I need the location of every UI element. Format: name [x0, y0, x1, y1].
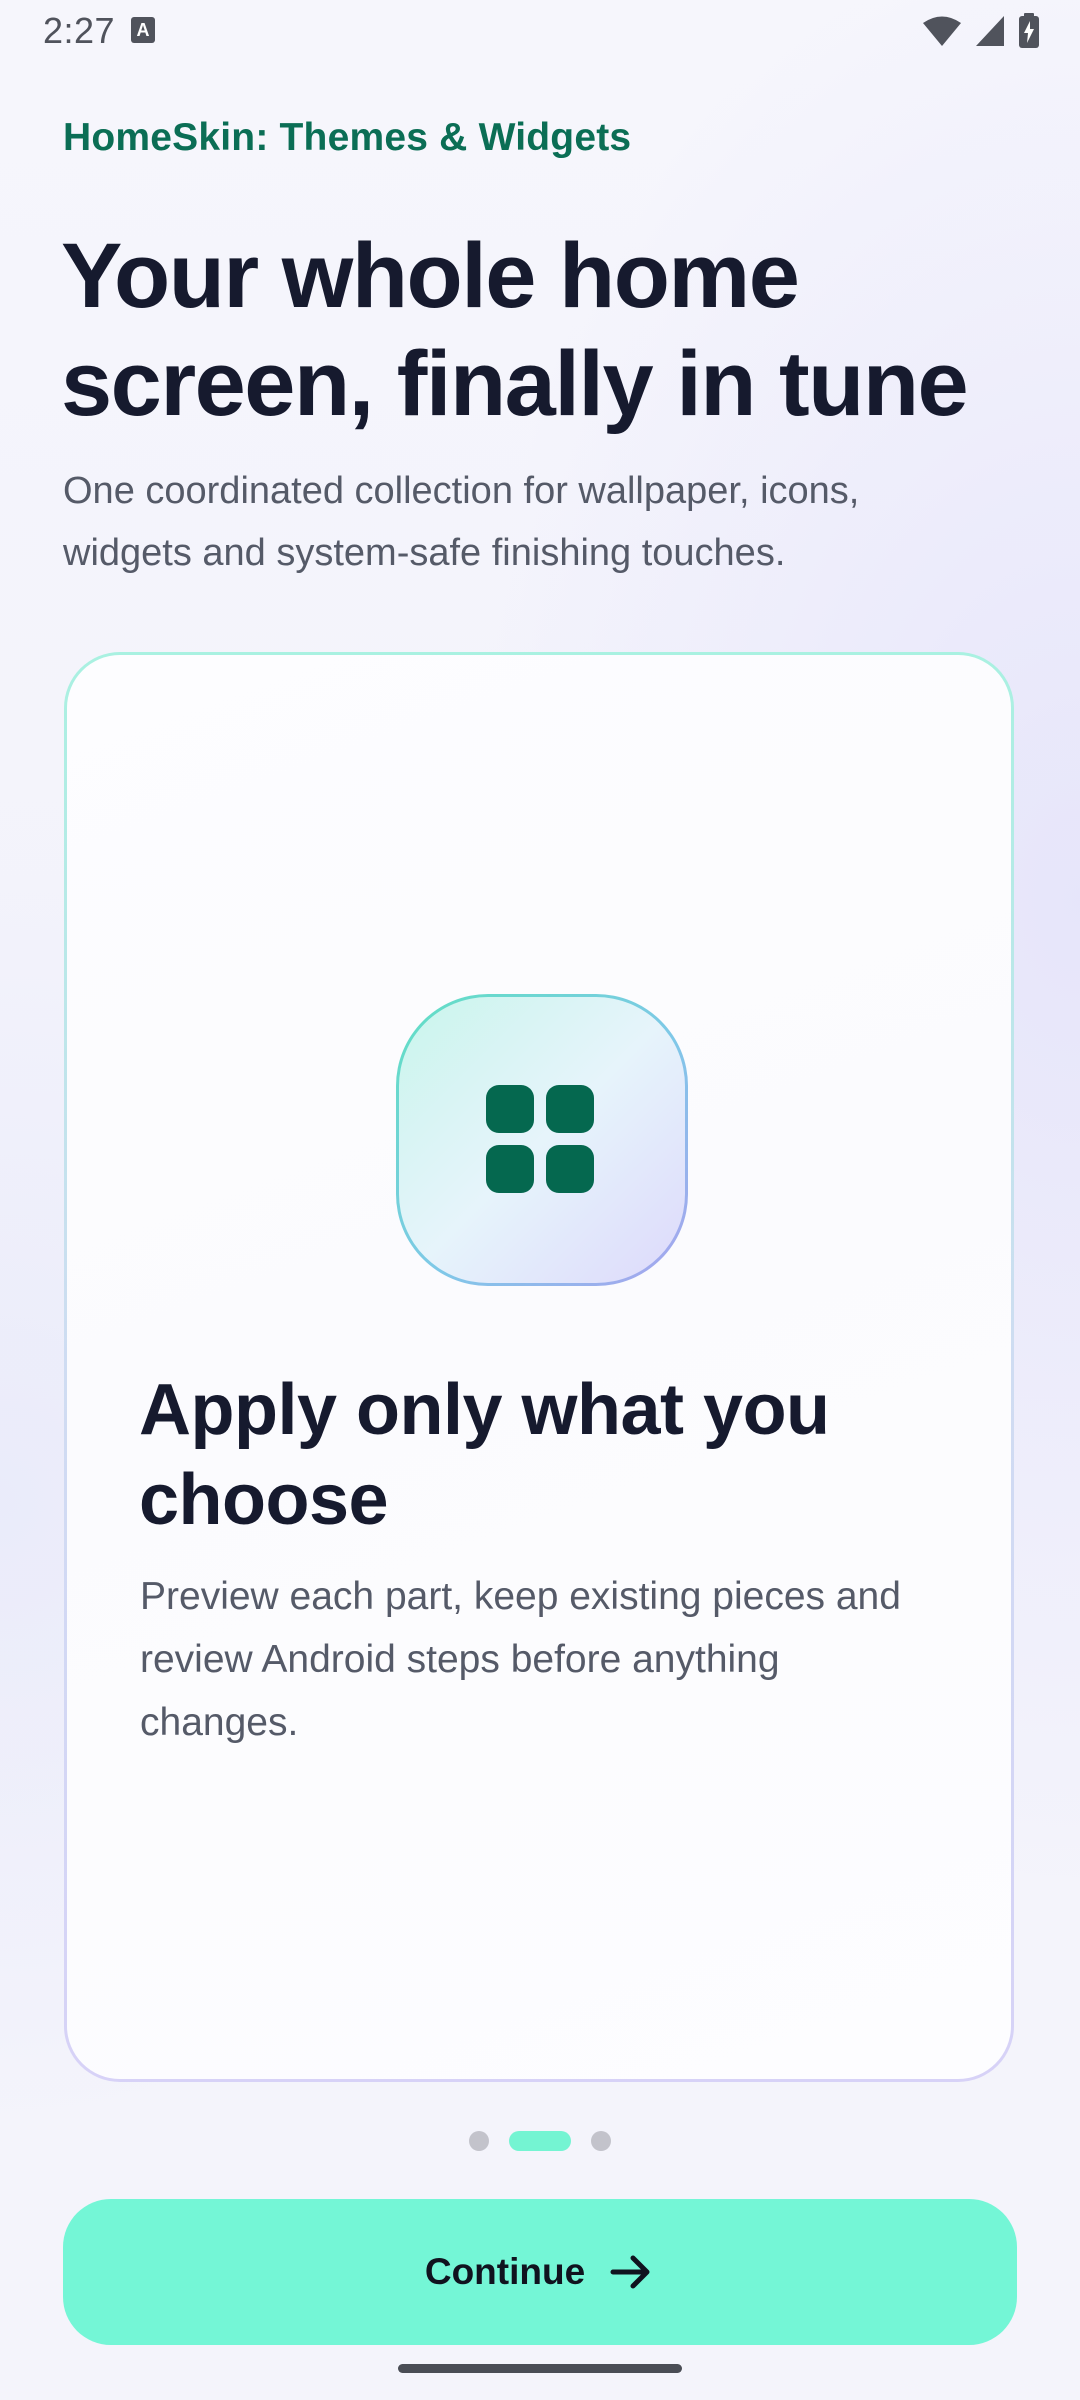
- grid-icon: [486, 1085, 594, 1193]
- gesture-home-indicator[interactable]: [398, 2364, 682, 2373]
- page-title: Your whole home screen, finally in tune: [61, 225, 969, 435]
- continue-button[interactable]: Continue: [63, 2199, 1017, 2345]
- status-icons: [922, 12, 1040, 50]
- notification-a-icon: A: [131, 17, 155, 43]
- continue-label: Continue: [424, 2251, 586, 2292]
- status-time: 2:27: [43, 10, 116, 51]
- battery-charging-icon: [1019, 13, 1039, 48]
- feature-description: Preview each part, keep existing pieces …: [140, 1575, 901, 1744]
- wifi-icon: [923, 16, 961, 46]
- feature-icon-tile: [396, 994, 688, 1286]
- feature-title: Apply only what you choose: [139, 1370, 830, 1540]
- page-subtitle: One coordinated collection for wallpaper…: [63, 470, 860, 574]
- arrow-right-icon: [610, 2255, 650, 2289]
- cell-signal-icon: [976, 16, 1004, 46]
- page-indicator[interactable]: [0, 2131, 1080, 2151]
- status-bar: 2:27 A: [0, 0, 1080, 64]
- page-dot-3[interactable]: [591, 2131, 611, 2151]
- app-name: HomeSkin: Themes & Widgets: [63, 116, 632, 159]
- page-dot-1[interactable]: [469, 2131, 489, 2151]
- onboarding-feature-card: Apply only what you choose Preview each …: [64, 652, 1014, 2082]
- page-dot-2-active[interactable]: [509, 2131, 571, 2151]
